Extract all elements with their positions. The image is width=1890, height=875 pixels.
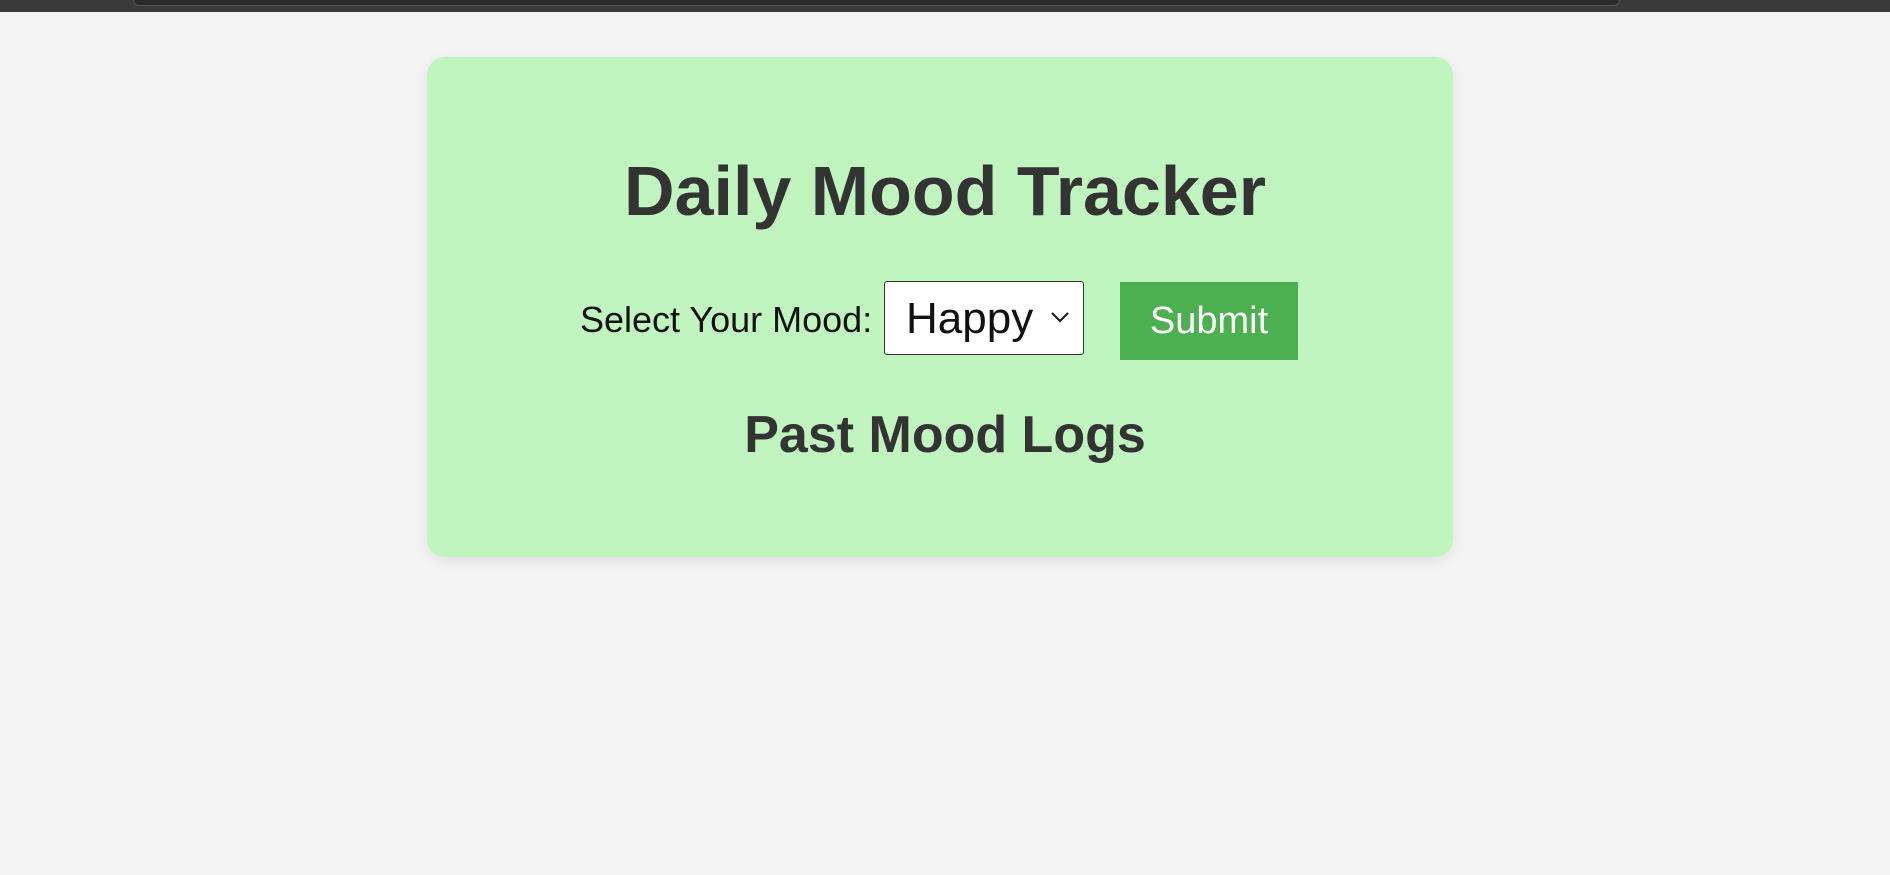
mood-select[interactable]: Happy <box>884 281 1084 355</box>
mood-logs-list <box>470 480 1410 520</box>
mood-select-value: Happy <box>906 294 1034 343</box>
browser-address-bar-edge <box>133 0 1620 6</box>
chevron-down-icon <box>1047 304 1073 330</box>
browser-top-strip <box>0 0 1890 12</box>
mood-entry-form: Select Your Mood: Happy Submit <box>0 281 1890 360</box>
page-title: Daily Mood Tracker <box>624 152 1266 230</box>
submit-button[interactable]: Submit <box>1120 282 1298 360</box>
mood-select-label: Select Your Mood: <box>580 299 873 340</box>
past-mood-logs-heading: Past Mood Logs <box>744 406 1146 464</box>
